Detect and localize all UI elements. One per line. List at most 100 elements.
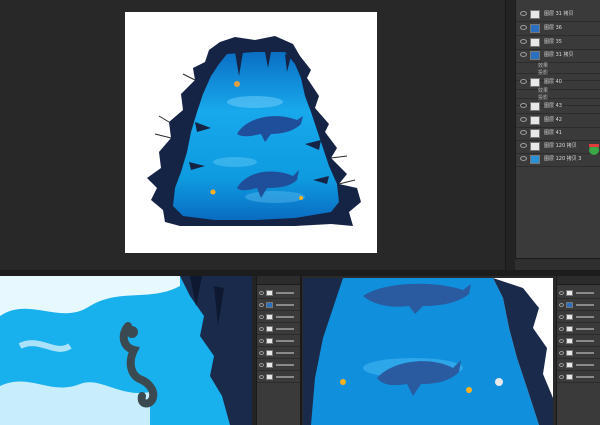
ocean-crack-artwork	[147, 36, 361, 226]
layer-row[interactable]	[257, 372, 301, 383]
layer-label-placeholder	[276, 340, 294, 342]
layer-label-placeholder	[576, 364, 594, 366]
layer-label-placeholder	[576, 304, 594, 306]
zoomed-canvas-seahorse[interactable]	[0, 276, 252, 425]
seahorse-closeup	[0, 276, 252, 425]
layer-row[interactable]: 图层 43	[516, 100, 600, 114]
layer-thumbnail	[566, 290, 573, 296]
eye-icon[interactable]	[559, 339, 564, 343]
eye-icon[interactable]	[559, 303, 564, 307]
eye-icon[interactable]	[520, 103, 527, 108]
layer-thumbnail	[530, 129, 540, 138]
layer-row[interactable]	[557, 324, 600, 335]
eye-icon[interactable]	[259, 315, 264, 319]
layer-thumbnail	[566, 350, 573, 356]
layer-label-placeholder	[576, 316, 594, 318]
layer-row[interactable]	[557, 288, 600, 299]
eye-icon[interactable]	[259, 339, 264, 343]
layer-label-placeholder	[576, 340, 594, 342]
eye-icon[interactable]	[259, 327, 264, 331]
layer-label: 图层 42	[544, 117, 562, 123]
eye-icon[interactable]	[259, 363, 264, 367]
layer-thumbnail	[530, 155, 540, 164]
layer-label: 图层 120 拷贝 3	[544, 156, 582, 162]
layer-row[interactable]: 图层 41	[516, 127, 600, 141]
layer-thumbnail	[566, 326, 573, 332]
layer-thumbnail	[530, 116, 540, 125]
layer-label-placeholder	[576, 292, 594, 294]
layer-row[interactable]	[557, 372, 600, 383]
layer-thumbnail	[530, 24, 540, 33]
layer-label-placeholder	[276, 304, 294, 306]
layer-label: 图层 31 拷贝	[544, 11, 574, 17]
panel-tab-bar[interactable]	[557, 276, 600, 285]
eye-icon[interactable]	[520, 79, 527, 84]
layer-row[interactable]: 图层 36	[516, 22, 600, 36]
eye-icon[interactable]	[520, 156, 527, 161]
eye-icon[interactable]	[559, 327, 564, 331]
eye-icon[interactable]	[520, 130, 527, 135]
layer-label-placeholder	[276, 364, 294, 366]
layer-label: 图层 120 拷贝	[544, 143, 577, 149]
layer-label: 图层 36	[544, 25, 562, 31]
layer-thumbnail	[530, 10, 540, 19]
eye-icon[interactable]	[520, 39, 527, 44]
eye-icon[interactable]	[520, 117, 527, 122]
layer-thumbnail	[266, 338, 273, 344]
layer-label-placeholder	[276, 352, 294, 354]
layer-thumbnail	[266, 374, 273, 380]
layer-row[interactable]: 图层 31 拷贝	[516, 8, 600, 22]
layer-row[interactable]	[557, 300, 600, 311]
layer-row[interactable]: 图层 42	[516, 114, 600, 128]
layer-thumbnail	[530, 102, 540, 111]
layer-thumbnail	[566, 338, 573, 344]
layer-row[interactable]: 图层 120 拷贝 3	[516, 153, 600, 167]
layer-row[interactable]	[557, 360, 600, 371]
eye-icon[interactable]	[520, 143, 527, 148]
layer-row[interactable]	[257, 324, 301, 335]
eye-icon[interactable]	[559, 351, 564, 355]
layer-row[interactable]	[257, 348, 301, 359]
layer-row[interactable]	[257, 300, 301, 311]
layer-thumbnail	[566, 374, 573, 380]
layer-label: 图层 43	[544, 103, 562, 109]
layer-label: 图层 35	[544, 39, 562, 45]
mini-layers-panel	[256, 276, 301, 425]
eye-icon[interactable]	[559, 315, 564, 319]
layer-label-placeholder	[276, 328, 294, 330]
layer-thumbnail	[266, 326, 273, 332]
eye-icon[interactable]	[520, 11, 527, 16]
eye-icon[interactable]	[259, 375, 264, 379]
layer-thumbnail	[266, 314, 273, 320]
layer-row[interactable]	[257, 312, 301, 323]
layer-row[interactable]	[257, 336, 301, 347]
eye-icon[interactable]	[259, 291, 264, 295]
layer-thumbnail	[530, 38, 540, 47]
layer-row[interactable]	[257, 288, 301, 299]
layer-row[interactable]	[557, 312, 600, 323]
eye-icon[interactable]	[520, 25, 527, 30]
layer-thumbnail	[266, 302, 273, 308]
layer-thumbnail	[266, 350, 273, 356]
eye-icon[interactable]	[559, 291, 564, 295]
document-canvas[interactable]	[125, 12, 377, 253]
layer-row[interactable]	[257, 360, 301, 371]
layer-row[interactable]: 图层 35	[516, 36, 600, 50]
eye-icon[interactable]	[259, 351, 264, 355]
layer-thumbnail	[266, 290, 273, 296]
mini-layers-panel	[556, 276, 600, 425]
layers-panel: 图层 31 拷贝 图层 36 图层 35 图层 31 拷贝 效果 投影 图层 4…	[515, 0, 600, 270]
layer-label-placeholder	[276, 292, 294, 294]
eye-icon[interactable]	[559, 375, 564, 379]
layer-label-placeholder	[576, 328, 594, 330]
panel-tab-bar[interactable]	[257, 276, 301, 285]
layer-thumbnail	[566, 314, 573, 320]
eye-icon[interactable]	[259, 303, 264, 307]
layer-row[interactable]	[557, 336, 600, 347]
layer-label: 图层 41	[544, 130, 562, 136]
dolphins-closeup	[303, 278, 553, 425]
eye-icon[interactable]	[559, 363, 564, 367]
zoomed-canvas-dolphins[interactable]	[303, 278, 553, 425]
eye-icon[interactable]	[520, 52, 527, 57]
layer-row[interactable]	[557, 348, 600, 359]
